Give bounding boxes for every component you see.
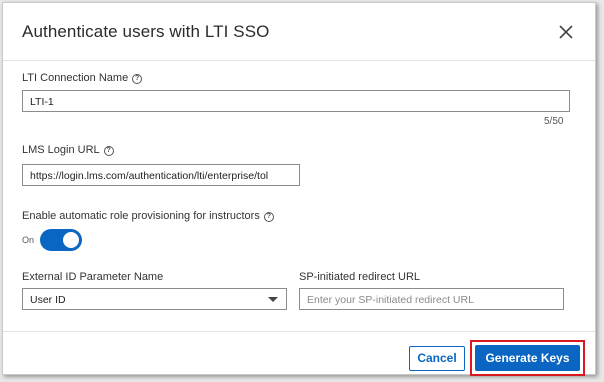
help-icon[interactable]: ?	[132, 74, 143, 84]
dialog-footer: Cancel Generate Keys	[3, 331, 595, 376]
role-provisioning-toggle[interactable]	[40, 229, 82, 251]
external-id-label: External ID Parameter Name	[22, 271, 164, 283]
chevron-down-icon	[268, 297, 278, 302]
connection-name-input[interactable]: LTI-1	[22, 90, 570, 112]
help-icon[interactable]: ?	[103, 146, 114, 156]
login-url-label: LMS Login URL?	[22, 144, 114, 156]
sp-redirect-input[interactable]: Enter your SP-initiated redirect URL	[299, 288, 564, 310]
sp-redirect-label: SP-initiated redirect URL	[299, 271, 421, 283]
lti-sso-dialog: Authenticate users with LTI SSO LTI Conn…	[2, 2, 596, 376]
sp-redirect-placeholder: Enter your SP-initiated redirect URL	[307, 294, 474, 306]
close-icon[interactable]	[555, 21, 577, 43]
help-icon[interactable]: ?	[263, 212, 274, 222]
dialog-title: Authenticate users with LTI SSO	[22, 22, 270, 41]
toggle-knob	[63, 232, 79, 248]
toggle-state-label: On	[22, 235, 35, 245]
generate-keys-button[interactable]: Generate Keys	[475, 345, 580, 371]
login-url-input[interactable]: https://login.lms.com/authentication/lti…	[22, 164, 300, 186]
dialog-header: Authenticate users with LTI SSO	[3, 3, 595, 61]
cancel-button[interactable]: Cancel	[409, 346, 465, 371]
external-id-select[interactable]: User ID	[22, 288, 287, 310]
role-provisioning-label: Enable automatic role provisioning for i…	[22, 210, 274, 222]
character-counter: 5/50	[544, 116, 564, 127]
connection-name-label: LTI Connection Name?	[22, 72, 143, 84]
